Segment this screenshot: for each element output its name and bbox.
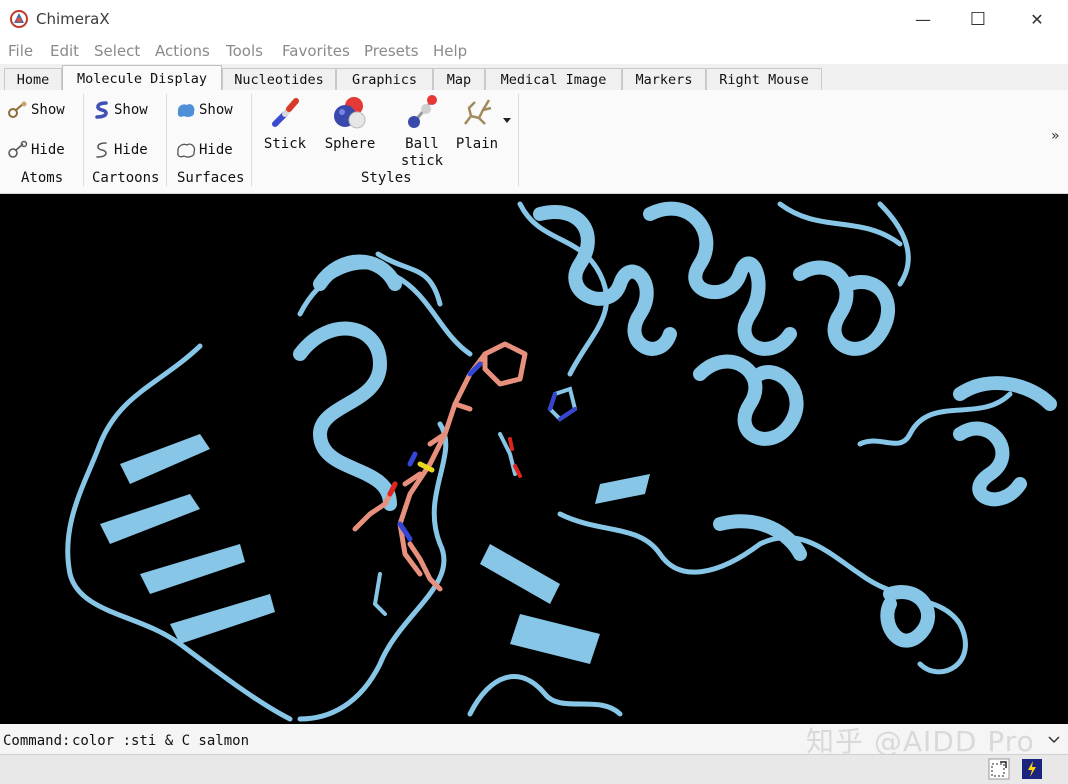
show-cartoons-button[interactable]: Show (93, 100, 148, 120)
menu-presets[interactable]: Presets (364, 42, 419, 60)
plain-style-button[interactable]: Plain (447, 94, 507, 153)
sphere-style-button[interactable]: Sphere (320, 94, 380, 153)
surfaces-hide-icon (177, 143, 196, 158)
sphere-label: Sphere (324, 136, 376, 152)
ballstick-label-line1: Ball (405, 136, 439, 152)
stick-label: Stick (263, 136, 307, 152)
close-button[interactable]: ✕ (1014, 4, 1060, 34)
hide-cartoons-button[interactable]: Hide (93, 140, 148, 160)
tab-home[interactable]: Home (4, 68, 62, 90)
graphics-speed-icon[interactable] (1021, 758, 1043, 780)
protein-sheets (100, 434, 650, 664)
minimize-icon: — (915, 9, 931, 29)
group-divider (518, 94, 519, 186)
menu-help[interactable]: Help (433, 42, 467, 60)
atoms-hide-label: Hide (31, 142, 65, 158)
menu-tools[interactable]: Tools (226, 42, 263, 60)
maximize-icon: ☐ (969, 8, 987, 30)
group-divider (166, 94, 167, 186)
minimize-button[interactable]: — (900, 4, 946, 34)
ball-and-stick-icon (408, 95, 437, 128)
atoms-show-icon (8, 101, 27, 118)
graphics-viewport[interactable] (0, 194, 1068, 724)
tab-graphics[interactable]: Graphics (336, 68, 433, 90)
tab-markers[interactable]: Markers (622, 68, 706, 90)
menu-file[interactable]: File (8, 42, 33, 60)
menu-actions[interactable]: Actions (155, 42, 210, 60)
toolbar-overflow-icon[interactable]: » (1051, 128, 1060, 144)
cartoons-show-label: Show (114, 102, 148, 118)
cartoons-hide-label: Hide (114, 142, 148, 158)
menu-edit[interactable]: Edit (50, 42, 79, 60)
stick-style-button[interactable]: Stick (255, 94, 315, 153)
ribbon-toolbar: Show Hide Atoms Show Hide Cartoons Show (0, 90, 1068, 194)
chimerax-logo-icon (10, 10, 28, 28)
surfaces-hide-label: Hide (199, 142, 233, 158)
menu-select[interactable]: Select (94, 42, 140, 60)
group-divider (251, 94, 252, 186)
plain-icon (464, 99, 492, 125)
tab-right-mouse[interactable]: Right Mouse (706, 68, 822, 90)
surfaces-group-label: Surfaces (177, 170, 245, 186)
tab-molecule-display[interactable]: Molecule Display (62, 65, 222, 91)
styles-group-label: Styles (361, 170, 412, 186)
ballstick-label-line2: stick (400, 153, 444, 169)
stick-icon (272, 98, 299, 127)
tab-nucleotides[interactable]: Nucleotides (222, 68, 336, 90)
menu-favorites[interactable]: Favorites (282, 42, 350, 60)
show-atoms-button[interactable]: Show (7, 100, 65, 120)
plain-label: Plain (455, 136, 499, 152)
atoms-group-label: Atoms (21, 170, 64, 186)
atoms-hide-icon (8, 140, 28, 158)
group-divider (83, 94, 84, 186)
tab-map[interactable]: Map (433, 68, 485, 90)
cartoons-hide-icon (96, 142, 107, 158)
command-history-chevron-icon[interactable] (1048, 736, 1060, 744)
surfaces-show-icon (177, 104, 195, 117)
surfaces-show-label: Show (199, 102, 233, 118)
title-bar: ChimeraX — ☐ ✕ (0, 0, 1068, 38)
hide-atoms-button[interactable]: Hide (7, 140, 65, 160)
protein-helices (293, 201, 1057, 648)
sphere-icon (334, 97, 366, 129)
tab-medical-image[interactable]: Medical Image (485, 68, 622, 90)
command-label: Command: (3, 733, 71, 749)
maximize-button[interactable]: ☐ (955, 4, 1001, 34)
close-icon: ✕ (1030, 9, 1044, 29)
molecule-render[interactable] (0, 194, 1068, 724)
cartoons-show-icon (95, 101, 108, 119)
show-surfaces-button[interactable]: Show (175, 100, 233, 120)
status-bar (0, 754, 1068, 784)
menu-bar: File Edit Select Actions Tools Favorites… (0, 38, 1068, 64)
hide-surfaces-button[interactable]: Hide (175, 140, 233, 160)
atoms-show-label: Show (31, 102, 65, 118)
window-title: ChimeraX (36, 10, 110, 28)
cartoons-group-label: Cartoons (92, 170, 160, 186)
chevron-down-icon[interactable] (502, 117, 512, 125)
ballstick-style-button[interactable]: Ball stick (392, 94, 452, 170)
ribbon-tab-bar: Home Molecule Display Nucleotides Graphi… (0, 64, 1068, 91)
select-region-icon[interactable] (988, 758, 1010, 780)
